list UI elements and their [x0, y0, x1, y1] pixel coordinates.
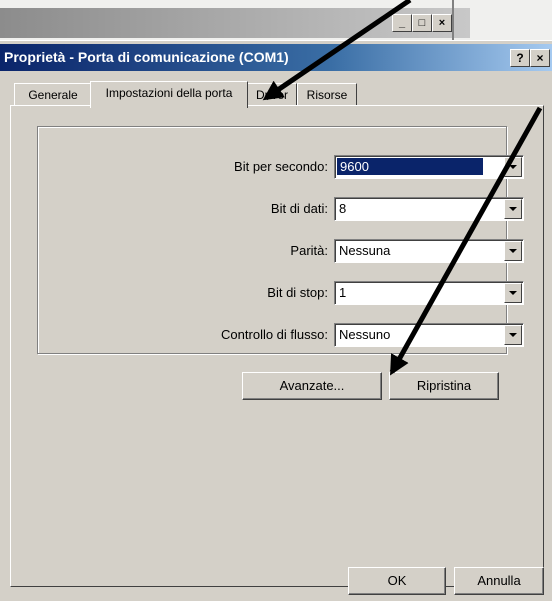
- ok-button[interactable]: OK: [348, 567, 446, 595]
- restore-defaults-button[interactable]: Ripristina: [389, 372, 499, 400]
- maximize-button[interactable]: □: [412, 14, 432, 32]
- data-bits-label: Bit di dati:: [270, 201, 328, 216]
- parity-select[interactable]: Nessuna: [334, 239, 524, 263]
- setting-row-data-bits: Bit di dati: 8: [38, 197, 524, 221]
- tab-impostazioni-porta[interactable]: Impostazioni della porta: [90, 81, 248, 108]
- properties-dialog: Proprietà - Porta di comunicazione (COM1…: [0, 40, 552, 601]
- tab-driver[interactable]: Driver: [247, 83, 297, 106]
- tab-panel: Bit per secondo: 9600 Bit di dati: 8 Par…: [10, 105, 544, 587]
- bits-per-second-label: Bit per secondo:: [234, 159, 328, 174]
- chevron-down-icon[interactable]: [504, 241, 522, 261]
- chevron-down-icon[interactable]: [504, 325, 522, 345]
- parity-label: Parità:: [290, 243, 328, 258]
- close-button[interactable]: ×: [530, 49, 550, 67]
- cancel-button[interactable]: Annulla: [454, 567, 544, 595]
- minimize-button[interactable]: _: [392, 14, 412, 32]
- data-bits-select[interactable]: 8: [334, 197, 524, 221]
- advanced-button[interactable]: Avanzate...: [242, 372, 382, 400]
- chevron-down-icon[interactable]: [504, 199, 522, 219]
- chevron-down-icon[interactable]: [504, 283, 522, 303]
- flow-control-select[interactable]: Nessuno: [334, 323, 524, 347]
- bits-per-second-select[interactable]: 9600: [334, 155, 524, 179]
- chevron-down-icon[interactable]: [504, 157, 522, 177]
- dialog-titlebar[interactable]: Proprietà - Porta di comunicazione (COM1…: [0, 44, 552, 71]
- setting-row-bits-per-second: Bit per secondo: 9600: [38, 155, 524, 179]
- tab-generale[interactable]: Generale: [14, 83, 92, 106]
- data-bits-value: 8: [339, 201, 347, 216]
- parity-value: Nessuna: [339, 243, 391, 258]
- background-window: _ □ ×: [0, 0, 552, 40]
- stop-bits-value: 1: [339, 285, 347, 300]
- help-button[interactable]: ?: [510, 49, 530, 67]
- setting-row-parity: Parità: Nessuna: [38, 239, 524, 263]
- flow-control-label: Controllo di flusso:: [221, 327, 328, 342]
- flow-control-value: Nessuno: [339, 327, 391, 342]
- setting-row-flow-control: Controllo di flusso: Nessuno: [38, 323, 524, 347]
- tab-risorse[interactable]: Risorse: [297, 83, 357, 106]
- settings-group: Bit per secondo: 9600 Bit di dati: 8 Par…: [37, 126, 524, 354]
- stop-bits-label: Bit di stop:: [267, 285, 328, 300]
- background-close-button[interactable]: ×: [432, 14, 452, 32]
- dialog-title: Proprietà - Porta di comunicazione (COM1…: [4, 49, 289, 65]
- bits-per-second-value: 9600: [337, 158, 483, 175]
- stop-bits-select[interactable]: 1: [334, 281, 524, 305]
- window-divider: [452, 0, 454, 40]
- setting-row-stop-bits: Bit di stop: 1: [38, 281, 524, 305]
